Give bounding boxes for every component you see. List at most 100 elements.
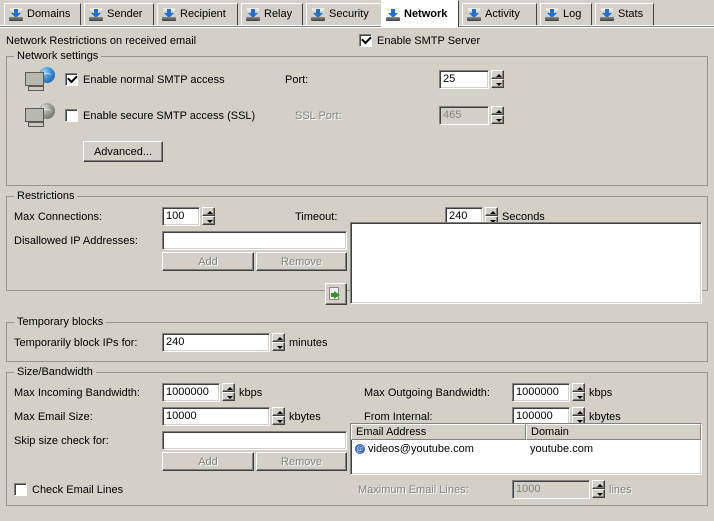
page-title: Network Restrictions on received email [6, 35, 196, 48]
disallowed-ip-label: Disallowed IP Addresses: [14, 235, 138, 248]
tab-relay[interactable]: Relay [241, 3, 303, 25]
max-email-size-spinner-up[interactable] [272, 407, 285, 416]
max-email-size-spinner[interactable] [272, 407, 285, 425]
max-connections-spinner-up[interactable] [202, 207, 215, 216]
tab-label: Network [404, 9, 447, 20]
max-email-size-spinner-down[interactable] [272, 416, 285, 425]
max-email-size-label: Max Email Size: [14, 411, 93, 424]
check-email-lines-label: Check Email Lines [32, 484, 123, 497]
check-email-lines-checkbox[interactable] [14, 483, 27, 496]
from-internal-spinner-up[interactable] [572, 407, 585, 416]
max-outgoing-spinner-down[interactable] [572, 392, 585, 401]
temporary-block-spinner-up[interactable] [272, 333, 285, 342]
port-input[interactable]: 25 [439, 70, 489, 89]
tab-stats[interactable]: Stats [595, 3, 654, 25]
enable-normal-smtp-checkbox[interactable] [65, 73, 78, 86]
max-email-lines-label: Maximum Email Lines: [358, 484, 469, 497]
max-outgoing-spinner-up[interactable] [572, 383, 585, 392]
restrictions-group: Restrictions Max Connections: 100 Timeou… [6, 196, 708, 291]
max-incoming-units-label: kbps [239, 387, 262, 400]
computer-network-icon [25, 67, 55, 93]
tab-recipient[interactable]: Recipient [157, 3, 238, 25]
download-arrow-icon [545, 8, 559, 21]
tab-sender[interactable]: Sender [84, 3, 154, 25]
download-arrow-icon [600, 8, 614, 21]
ssl-port-input: 465 [439, 106, 489, 125]
smtp-network-settings-window: Domains Sender Recipient Relay Security … [0, 0, 714, 521]
tab-label: Log [563, 9, 581, 20]
skip-size-check-table[interactable]: Email Address Domain @ videos@youtube.co… [350, 423, 702, 475]
max-outgoing-units-label: kbps [589, 387, 612, 400]
max-incoming-spinner-down[interactable] [222, 392, 235, 401]
max-outgoing-bandwidth-spinner[interactable] [572, 383, 585, 401]
column-header-email-address[interactable]: Email Address [351, 424, 526, 440]
download-arrow-icon [467, 8, 481, 21]
skip-size-check-remove-button: Remove [256, 452, 347, 471]
max-email-lines-spinner-down [592, 489, 605, 498]
temporary-blocks-legend: Temporary blocks [14, 316, 106, 328]
enable-normal-smtp-label: Enable normal SMTP access [83, 74, 225, 87]
cell-email-address-text: videos@youtube.com [368, 443, 474, 455]
skip-size-check-add-button: Add [162, 452, 254, 471]
tab-bar: Domains Sender Recipient Relay Security … [0, 0, 714, 27]
download-arrow-icon [89, 8, 103, 21]
temporary-block-units-label: minutes [289, 337, 328, 350]
tab-label: Domains [27, 9, 70, 20]
tab-label: Security [329, 9, 369, 20]
enable-smtp-server-label: Enable SMTP Server [377, 35, 480, 48]
column-header-domain[interactable]: Domain [526, 424, 701, 440]
max-outgoing-bandwidth-label: Max Outgoing Bandwidth: [364, 387, 490, 400]
skip-size-check-input[interactable] [162, 431, 347, 450]
max-email-lines-spinner-up [592, 480, 605, 489]
disallowed-ip-listbox[interactable] [350, 222, 702, 304]
table-header-row: Email Address Domain [351, 424, 701, 440]
tab-activity[interactable]: Activity [462, 3, 537, 25]
max-incoming-bandwidth-input[interactable]: 1000000 [162, 383, 220, 402]
timeout-spinner-up[interactable] [485, 207, 498, 216]
temporary-blocks-group: Temporary blocks Temporarily block IPs f… [6, 322, 708, 362]
max-incoming-bandwidth-label: Max Incoming Bandwidth: [14, 387, 140, 400]
download-arrow-icon [246, 8, 260, 21]
tab-label: Relay [264, 9, 292, 20]
ssl-port-label: SSL Port: [295, 110, 342, 123]
disallowed-ip-add-button: Add [162, 252, 254, 271]
tab-log[interactable]: Log [540, 3, 592, 25]
temporary-block-spinner[interactable] [272, 333, 285, 351]
tab-security[interactable]: Security [306, 3, 382, 25]
tab-network[interactable]: Network [381, 0, 459, 27]
max-incoming-spinner-up[interactable] [222, 383, 235, 392]
temporary-block-input[interactable]: 240 [162, 333, 270, 352]
tab-domains[interactable]: Domains [4, 3, 81, 25]
table-row[interactable]: @ videos@youtube.com youtube.com [351, 440, 701, 457]
restrictions-legend: Restrictions [14, 190, 77, 202]
download-arrow-icon [311, 8, 325, 21]
advanced-button[interactable]: Advanced... [83, 141, 163, 162]
disallowed-ip-remove-button: Remove [256, 252, 347, 271]
enable-secure-smtp-checkbox[interactable] [65, 109, 78, 122]
move-to-list-button[interactable] [325, 283, 347, 305]
network-tab-page: Network Restrictions on received email E… [0, 27, 714, 521]
max-email-size-input[interactable]: 10000 [162, 407, 270, 426]
temporary-block-spinner-down[interactable] [272, 342, 285, 351]
max-email-size-units-label: kbytes [289, 411, 321, 424]
max-incoming-bandwidth-spinner[interactable] [222, 383, 235, 401]
port-spinner-up[interactable] [491, 70, 504, 79]
max-outgoing-bandwidth-input[interactable]: 1000000 [512, 383, 570, 402]
download-arrow-icon [386, 8, 400, 21]
enable-secure-smtp-label: Enable secure SMTP access (SSL) [83, 110, 255, 123]
ssl-port-spinner-down [491, 115, 504, 124]
max-connections-spinner[interactable] [202, 207, 215, 225]
max-email-lines-spinner [592, 480, 605, 498]
max-connections-input[interactable]: 100 [162, 207, 200, 226]
port-spinner[interactable] [491, 70, 504, 88]
timeout-label: Timeout: [295, 211, 337, 224]
cell-domain: youtube.com [526, 443, 701, 455]
port-spinner-down[interactable] [491, 79, 504, 88]
enable-smtp-server-checkbox[interactable] [359, 34, 372, 47]
disallowed-ip-input[interactable] [162, 231, 347, 250]
at-symbol-icon: @ [355, 444, 365, 454]
max-connections-spinner-down[interactable] [202, 216, 215, 225]
max-email-lines-units-label: lines [609, 484, 632, 497]
computer-network-secure-icon [25, 103, 55, 129]
network-settings-legend: Network settings [14, 50, 101, 62]
